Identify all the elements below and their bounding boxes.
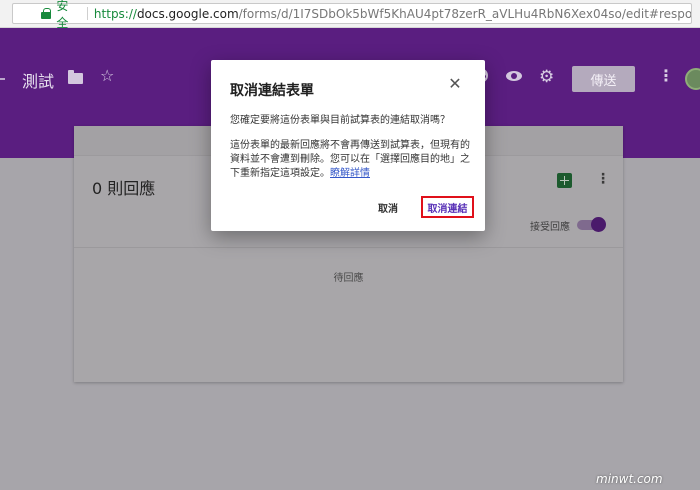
form-title[interactable]: 測試 [22,68,54,92]
more-icon[interactable]: ⋮ [658,66,674,85]
lock-icon [41,8,52,19]
url-field[interactable]: 安全 https:// docs.google.com /forms/d/1I7… [12,0,692,30]
dialog-title: 取消連結表單 [230,83,314,99]
more-icon[interactable]: ⋮ [596,171,610,187]
sheets-icon[interactable] [557,173,572,188]
folder-icon[interactable] [68,70,83,84]
eye-icon[interactable] [506,71,522,81]
url-scheme: https:// [93,6,137,21]
cancel-button[interactable]: 取消 [378,200,398,215]
accepting-responses-label: 接受回應 [530,222,570,233]
divider [74,247,623,248]
star-icon[interactable]: ☆ [100,66,114,85]
avatar[interactable] [685,68,700,90]
waiting-responses-label: 待回應 [333,273,364,284]
dialog-question: 您確定要將這份表單與目前試算表的連結取消嗎？ [230,115,450,126]
url-path: /forms/d/1I7SDbOk5bWf5KhAU4pt78zerR_aVLH… [238,6,691,21]
close-icon[interactable]: ✕ [447,76,463,92]
watermark: minwt.com [596,472,663,486]
url-separator [86,7,88,20]
browser-address-bar: 安全 https:// docs.google.com /forms/d/1I7… [0,0,700,30]
back-arrow-icon[interactable] [0,78,5,80]
unlink-button[interactable]: 取消連結 [421,196,474,218]
send-button[interactable]: 傳送 [572,66,635,92]
learn-more-link[interactable]: 瞭解詳情 [330,168,370,179]
toggle-thumb [591,217,606,232]
accepting-responses-toggle[interactable] [577,217,606,232]
gear-icon[interactable]: ⚙ [539,67,554,87]
secure-label: 安全 [56,0,69,30]
url-host: docs.google.com [136,6,239,21]
dialog-body: 這份表單的最新回應將不會再傳送到試算表，但現有的資料並不會遭到刪除。您可以在「選… [230,139,476,181]
responses-count: 0 則回應 [92,179,156,198]
